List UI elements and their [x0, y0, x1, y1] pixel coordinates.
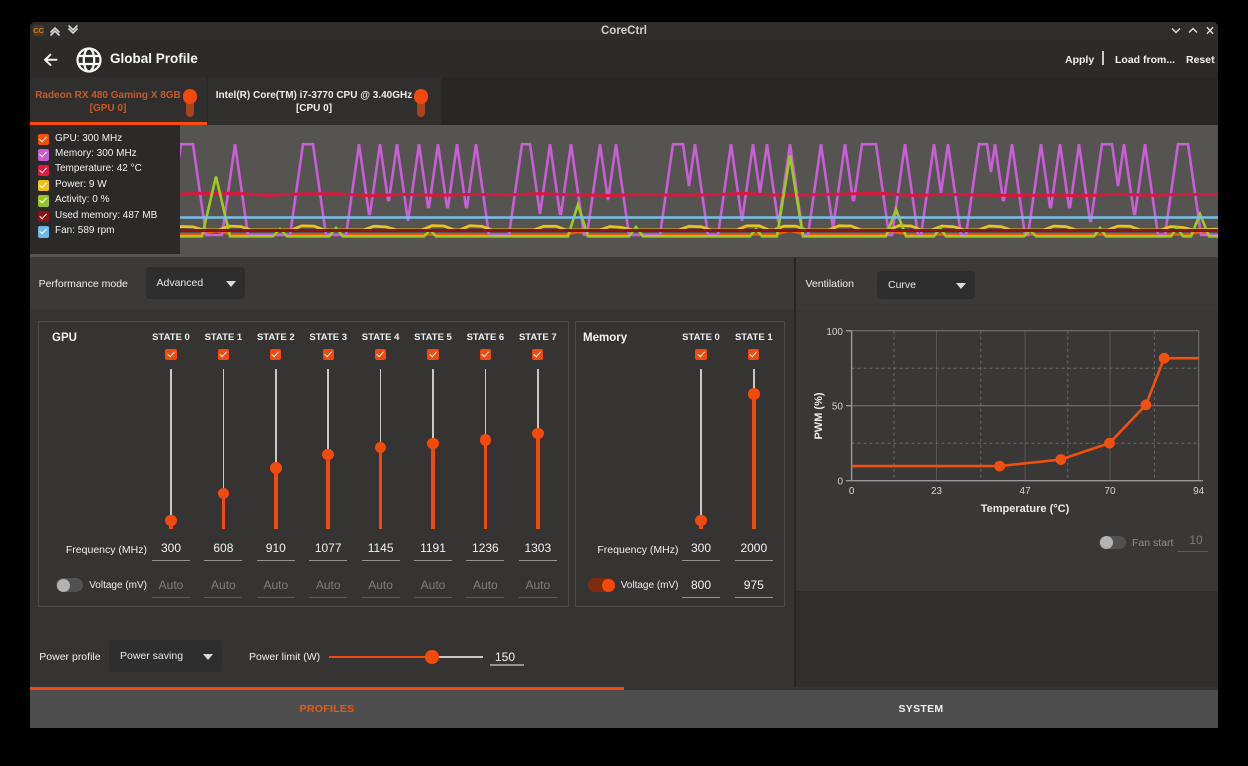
svg-text:47: 47 [1020, 486, 1032, 497]
svg-text:70: 70 [1104, 486, 1116, 497]
svg-text:23: 23 [931, 486, 943, 497]
svg-text:0: 0 [849, 486, 855, 497]
svg-text:PWM (%): PWM (%) [813, 392, 825, 439]
svg-text:0: 0 [837, 477, 843, 488]
svg-text:Temperature (°C): Temperature (°C) [981, 503, 1070, 515]
svg-text:94: 94 [1193, 486, 1205, 497]
svg-text:50: 50 [832, 402, 844, 413]
svg-text:100: 100 [826, 327, 843, 338]
